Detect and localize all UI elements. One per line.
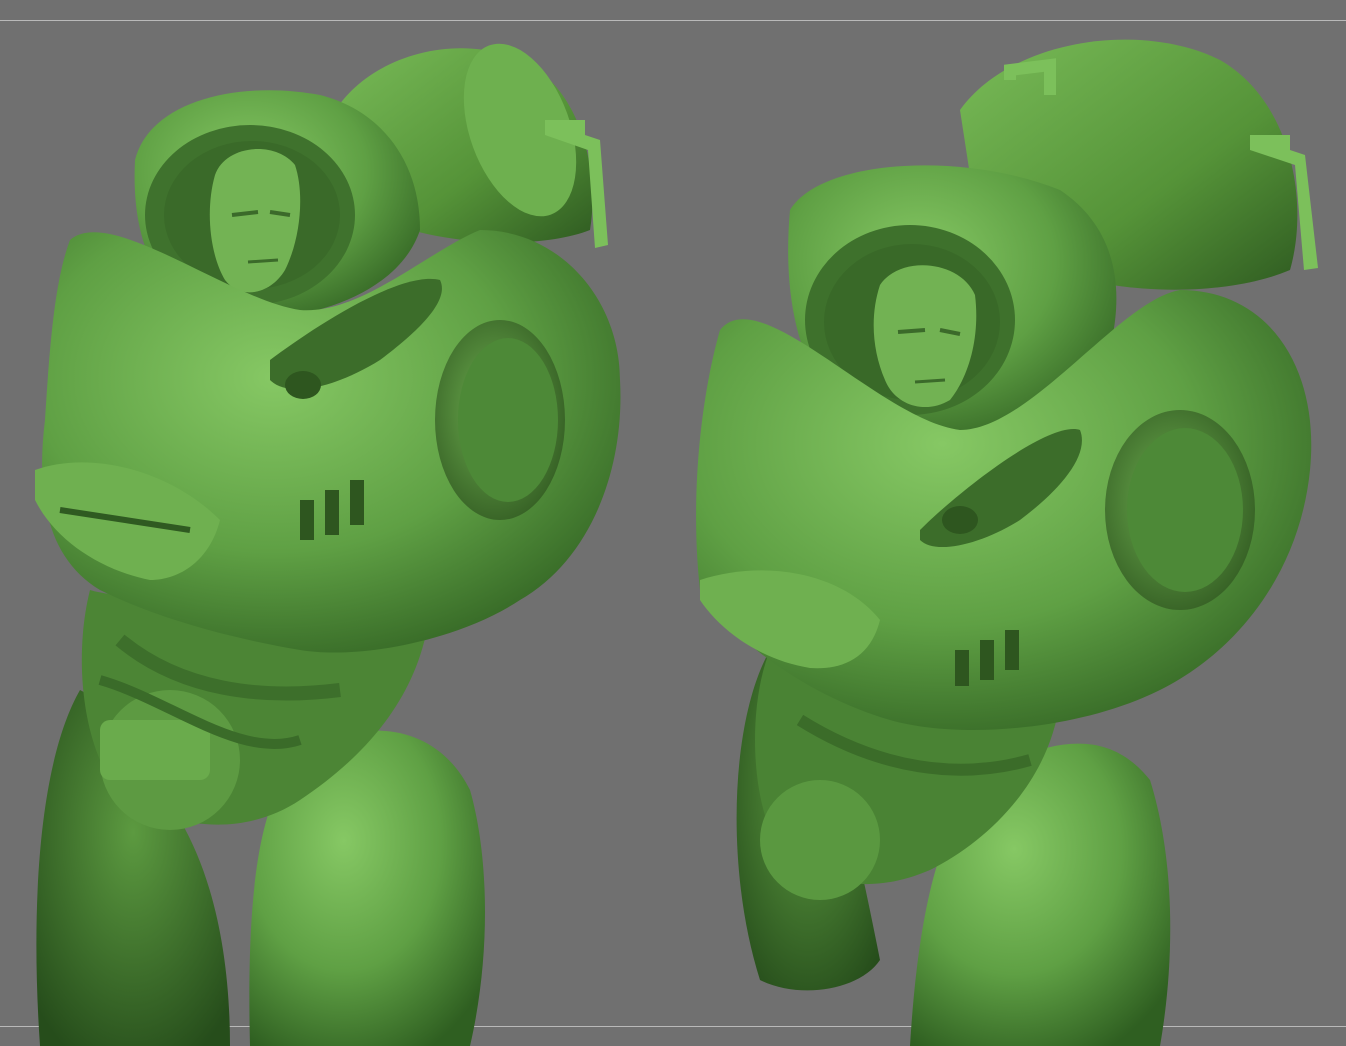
spacesuit-sculpt-front-view bbox=[35, 43, 621, 1046]
sculpt-viewport[interactable] bbox=[0, 0, 1346, 1046]
render-canvas bbox=[35, 39, 1318, 1046]
spacesuit-sculpt-three-quarter-view bbox=[696, 39, 1318, 1046]
